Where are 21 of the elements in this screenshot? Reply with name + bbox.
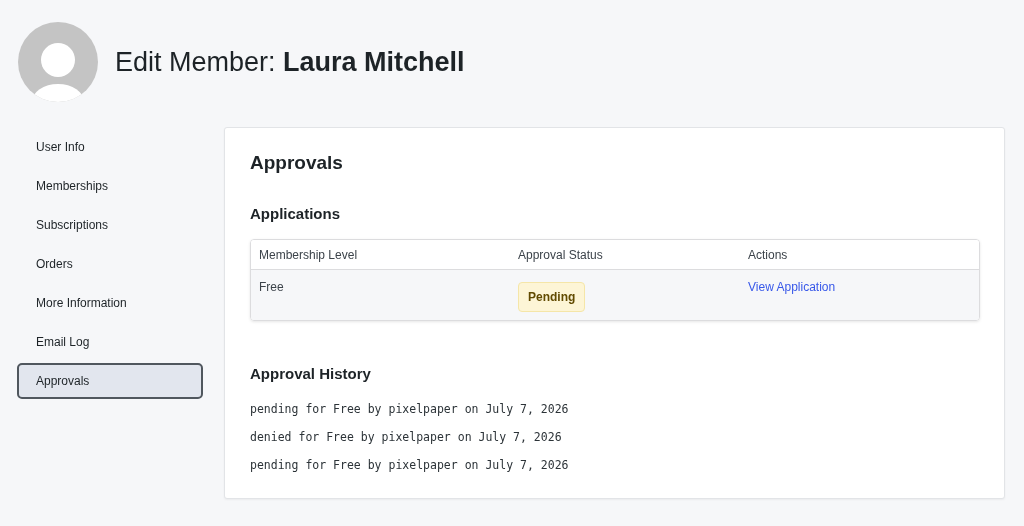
sidebar-item[interactable]: Email Log	[17, 324, 203, 360]
history-entry: pending for Free by pixelpaper on July 7, 2026	[250, 402, 570, 416]
section-heading: Approval History	[250, 365, 372, 382]
view-application-link[interactable]: View Application	[740, 270, 836, 294]
column-header: Actions	[747, 247, 789, 262]
table-cell-text: Free	[258, 279, 285, 294]
sidebar-item[interactable]: Memberships	[17, 168, 203, 204]
sidebar-item[interactable]: Orders	[17, 246, 203, 282]
section-heading: Applications	[250, 205, 341, 222]
history-entry: denied for Free by pixelpaper on July 7, 2026	[250, 430, 563, 444]
card-title: Approvals	[250, 152, 344, 174]
sidebar-item[interactable]: More Information	[17, 285, 203, 321]
page-title: Edit Member: Laura Mitchell	[115, 46, 465, 78]
history-entry: pending for Free by pixelpaper on July 7, 2026	[250, 458, 570, 472]
sidebar-item[interactable]: Approvals	[17, 363, 203, 399]
avatar-icon	[18, 22, 98, 102]
column-header: Membership Level	[258, 247, 359, 262]
sidebar-item[interactable]: Subscriptions	[17, 207, 203, 243]
status-badge: Pending	[518, 282, 586, 312]
sidebar-item[interactable]: User Info	[17, 129, 203, 165]
column-header: Approval Status	[517, 247, 604, 262]
